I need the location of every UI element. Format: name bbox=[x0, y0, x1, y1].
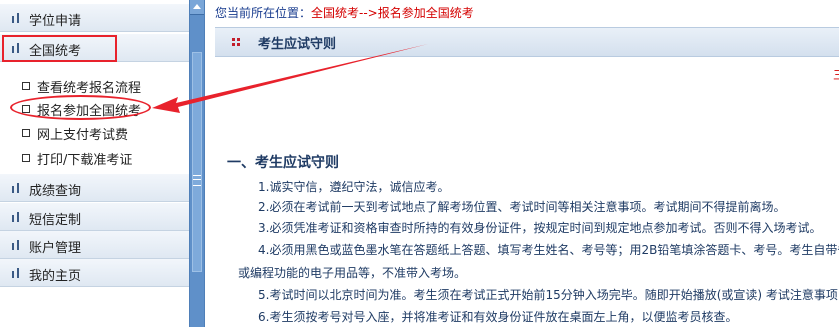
square-bullet-icon bbox=[22, 82, 30, 90]
highlight-rectangle bbox=[2, 35, 117, 62]
sidebar-item-label: 学位申请 bbox=[29, 14, 82, 29]
rule-line: 或编程功能的电子用品等，不准带入考场。 bbox=[238, 266, 467, 280]
breadcrumb-path[interactable]: 全国统考-->报名参加全国统考 bbox=[311, 6, 474, 20]
scrollbar-thumb[interactable] bbox=[192, 52, 202, 272]
sidebar-item-sms-subscription[interactable]: 短信定制 bbox=[0, 203, 189, 231]
bar-chart-icon bbox=[12, 183, 20, 193]
sidebar-item-degree-application[interactable]: 学位申请 bbox=[0, 4, 189, 32]
content-heading: 一、考生应试守则 bbox=[227, 155, 339, 171]
rule-line: 4.必须用黑色或蓝色墨水笔在答题纸上答题、填写考生姓名、考号等；用2B铅笔填涂答… bbox=[258, 243, 839, 257]
section-header: 考生应试守则 bbox=[215, 27, 839, 57]
sidebar-item-my-home[interactable]: 我的主页 bbox=[0, 259, 189, 287]
bar-chart-icon bbox=[12, 13, 20, 23]
square-bullet-icon bbox=[22, 154, 30, 162]
rule-line: 5.考试时间以北京时间为准。考生须在考试正式开始前15分钟入场完毕。随即开始播放… bbox=[258, 288, 838, 302]
sidebar-item-account[interactable]: 账户管理 bbox=[0, 231, 189, 259]
sub-item-label: 查看统考报名流程 bbox=[37, 81, 142, 96]
breadcrumb-prefix: 您当前所在位置： bbox=[215, 6, 312, 20]
rule-line: 6.考生须按考号对号入座，并将准考证和有效身份证件放在桌面左上角，以便监考员核查… bbox=[258, 310, 738, 324]
sidebar-item-label: 账户管理 bbox=[29, 241, 82, 256]
vertical-scrollbar[interactable] bbox=[189, 0, 205, 327]
sidebar-item-label: 我的主页 bbox=[29, 269, 82, 284]
scroll-grip-icon bbox=[193, 175, 201, 186]
square-bullet-icon bbox=[22, 129, 30, 137]
sidebar-item-label: 成绩查询 bbox=[29, 184, 82, 199]
bar-chart-icon bbox=[12, 212, 20, 222]
rule-line: 2.必须在考试前一天到考试地点了解考场位置、考试时间等相关注意事项。考试期间不得… bbox=[258, 200, 786, 214]
sidebar-item-label: 短信定制 bbox=[29, 213, 82, 228]
rule-line: 1.诚实守信，遵纪守法，诚信应考。 bbox=[258, 180, 450, 194]
sub-item-label: 网上支付考试费 bbox=[37, 128, 129, 143]
red-notice-mark: 三 bbox=[833, 66, 839, 83]
bar-chart-icon bbox=[12, 240, 20, 250]
sub-item-label: 打印/下载准考证 bbox=[37, 153, 133, 168]
rule-line: 3.必须凭准考证和资格审查时所持的有效身份证件，按规定时间到规定地点参加考试。否… bbox=[258, 221, 822, 235]
section-title: 考生应试守则 bbox=[258, 37, 337, 52]
highlight-ellipse bbox=[10, 95, 151, 120]
breadcrumb: 您当前所在位置：全国统考-->报名参加全国统考 bbox=[215, 4, 474, 21]
grid-dots-icon bbox=[232, 38, 240, 46]
main-content: 您当前所在位置：全国统考-->报名参加全国统考 考生应试守则 三 一、考生应试守… bbox=[205, 0, 839, 327]
sidebar-item-score-query[interactable]: 成绩查询 bbox=[0, 174, 189, 202]
bar-chart-icon bbox=[12, 268, 20, 278]
scroll-up-arrow-icon[interactable] bbox=[190, 0, 204, 15]
